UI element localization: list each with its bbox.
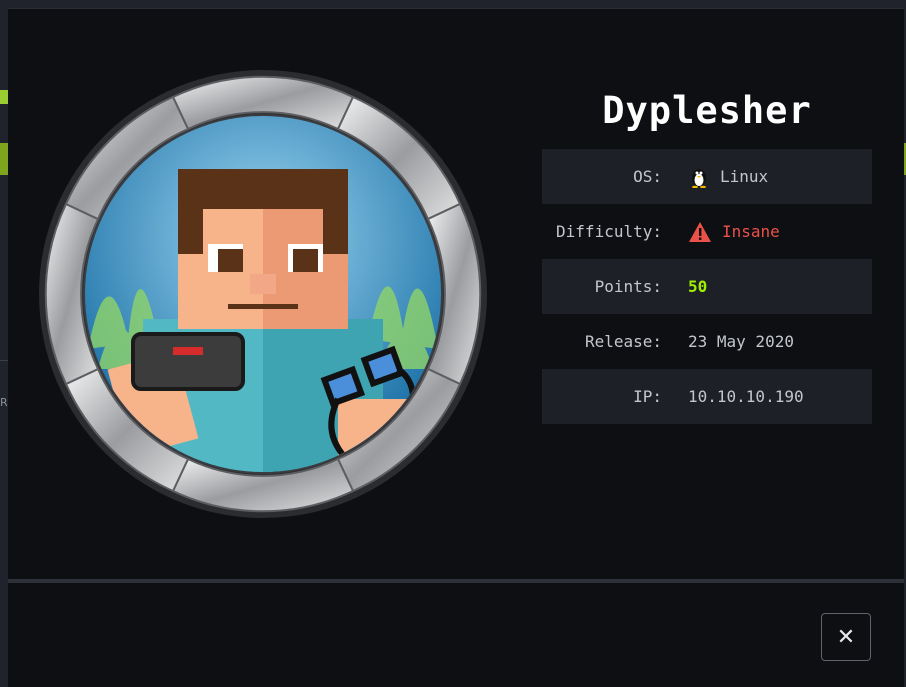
warning-triangle-icon	[688, 221, 712, 243]
backdrop-accent	[0, 143, 8, 175]
difficulty-value-text: Insane	[722, 222, 780, 241]
os-value: Linux	[688, 166, 768, 188]
backdrop-text: R	[0, 396, 8, 409]
release-value: 23 May 2020	[688, 332, 794, 351]
backdrop-divider	[0, 360, 8, 361]
info-row-ip: IP: 10.10.10.190	[542, 369, 872, 424]
linux-penguin-icon	[688, 166, 710, 188]
info-row-difficulty: Difficulty: Insane	[542, 204, 872, 259]
difficulty-value: Insane	[688, 221, 780, 243]
info-row-points: Points: 50	[542, 259, 872, 314]
machine-info-table: OS: Linux Difficulty: Insane Points: 50 …	[542, 149, 872, 424]
close-icon: ✕	[836, 624, 856, 650]
points-label: Points:	[594, 277, 662, 296]
modal-footer-divider	[8, 579, 904, 583]
machine-info-modal: Dyplesher OS: Linux Difficulty: Insane P…	[8, 8, 904, 687]
backdrop-accent	[0, 90, 8, 104]
close-button[interactable]: ✕	[821, 613, 871, 661]
difficulty-label: Difficulty:	[556, 222, 662, 241]
os-label: OS:	[633, 167, 662, 186]
machine-name: Dyplesher	[602, 89, 812, 132]
os-value-text: Linux	[720, 167, 769, 186]
ip-label: IP:	[633, 387, 662, 406]
machine-avatar	[39, 70, 487, 518]
points-value: 50	[688, 277, 708, 296]
ip-value: 10.10.10.190	[688, 387, 804, 406]
info-row-os: OS: Linux	[542, 149, 872, 204]
info-row-release: Release: 23 May 2020	[542, 314, 872, 369]
release-label: Release:	[584, 332, 662, 351]
